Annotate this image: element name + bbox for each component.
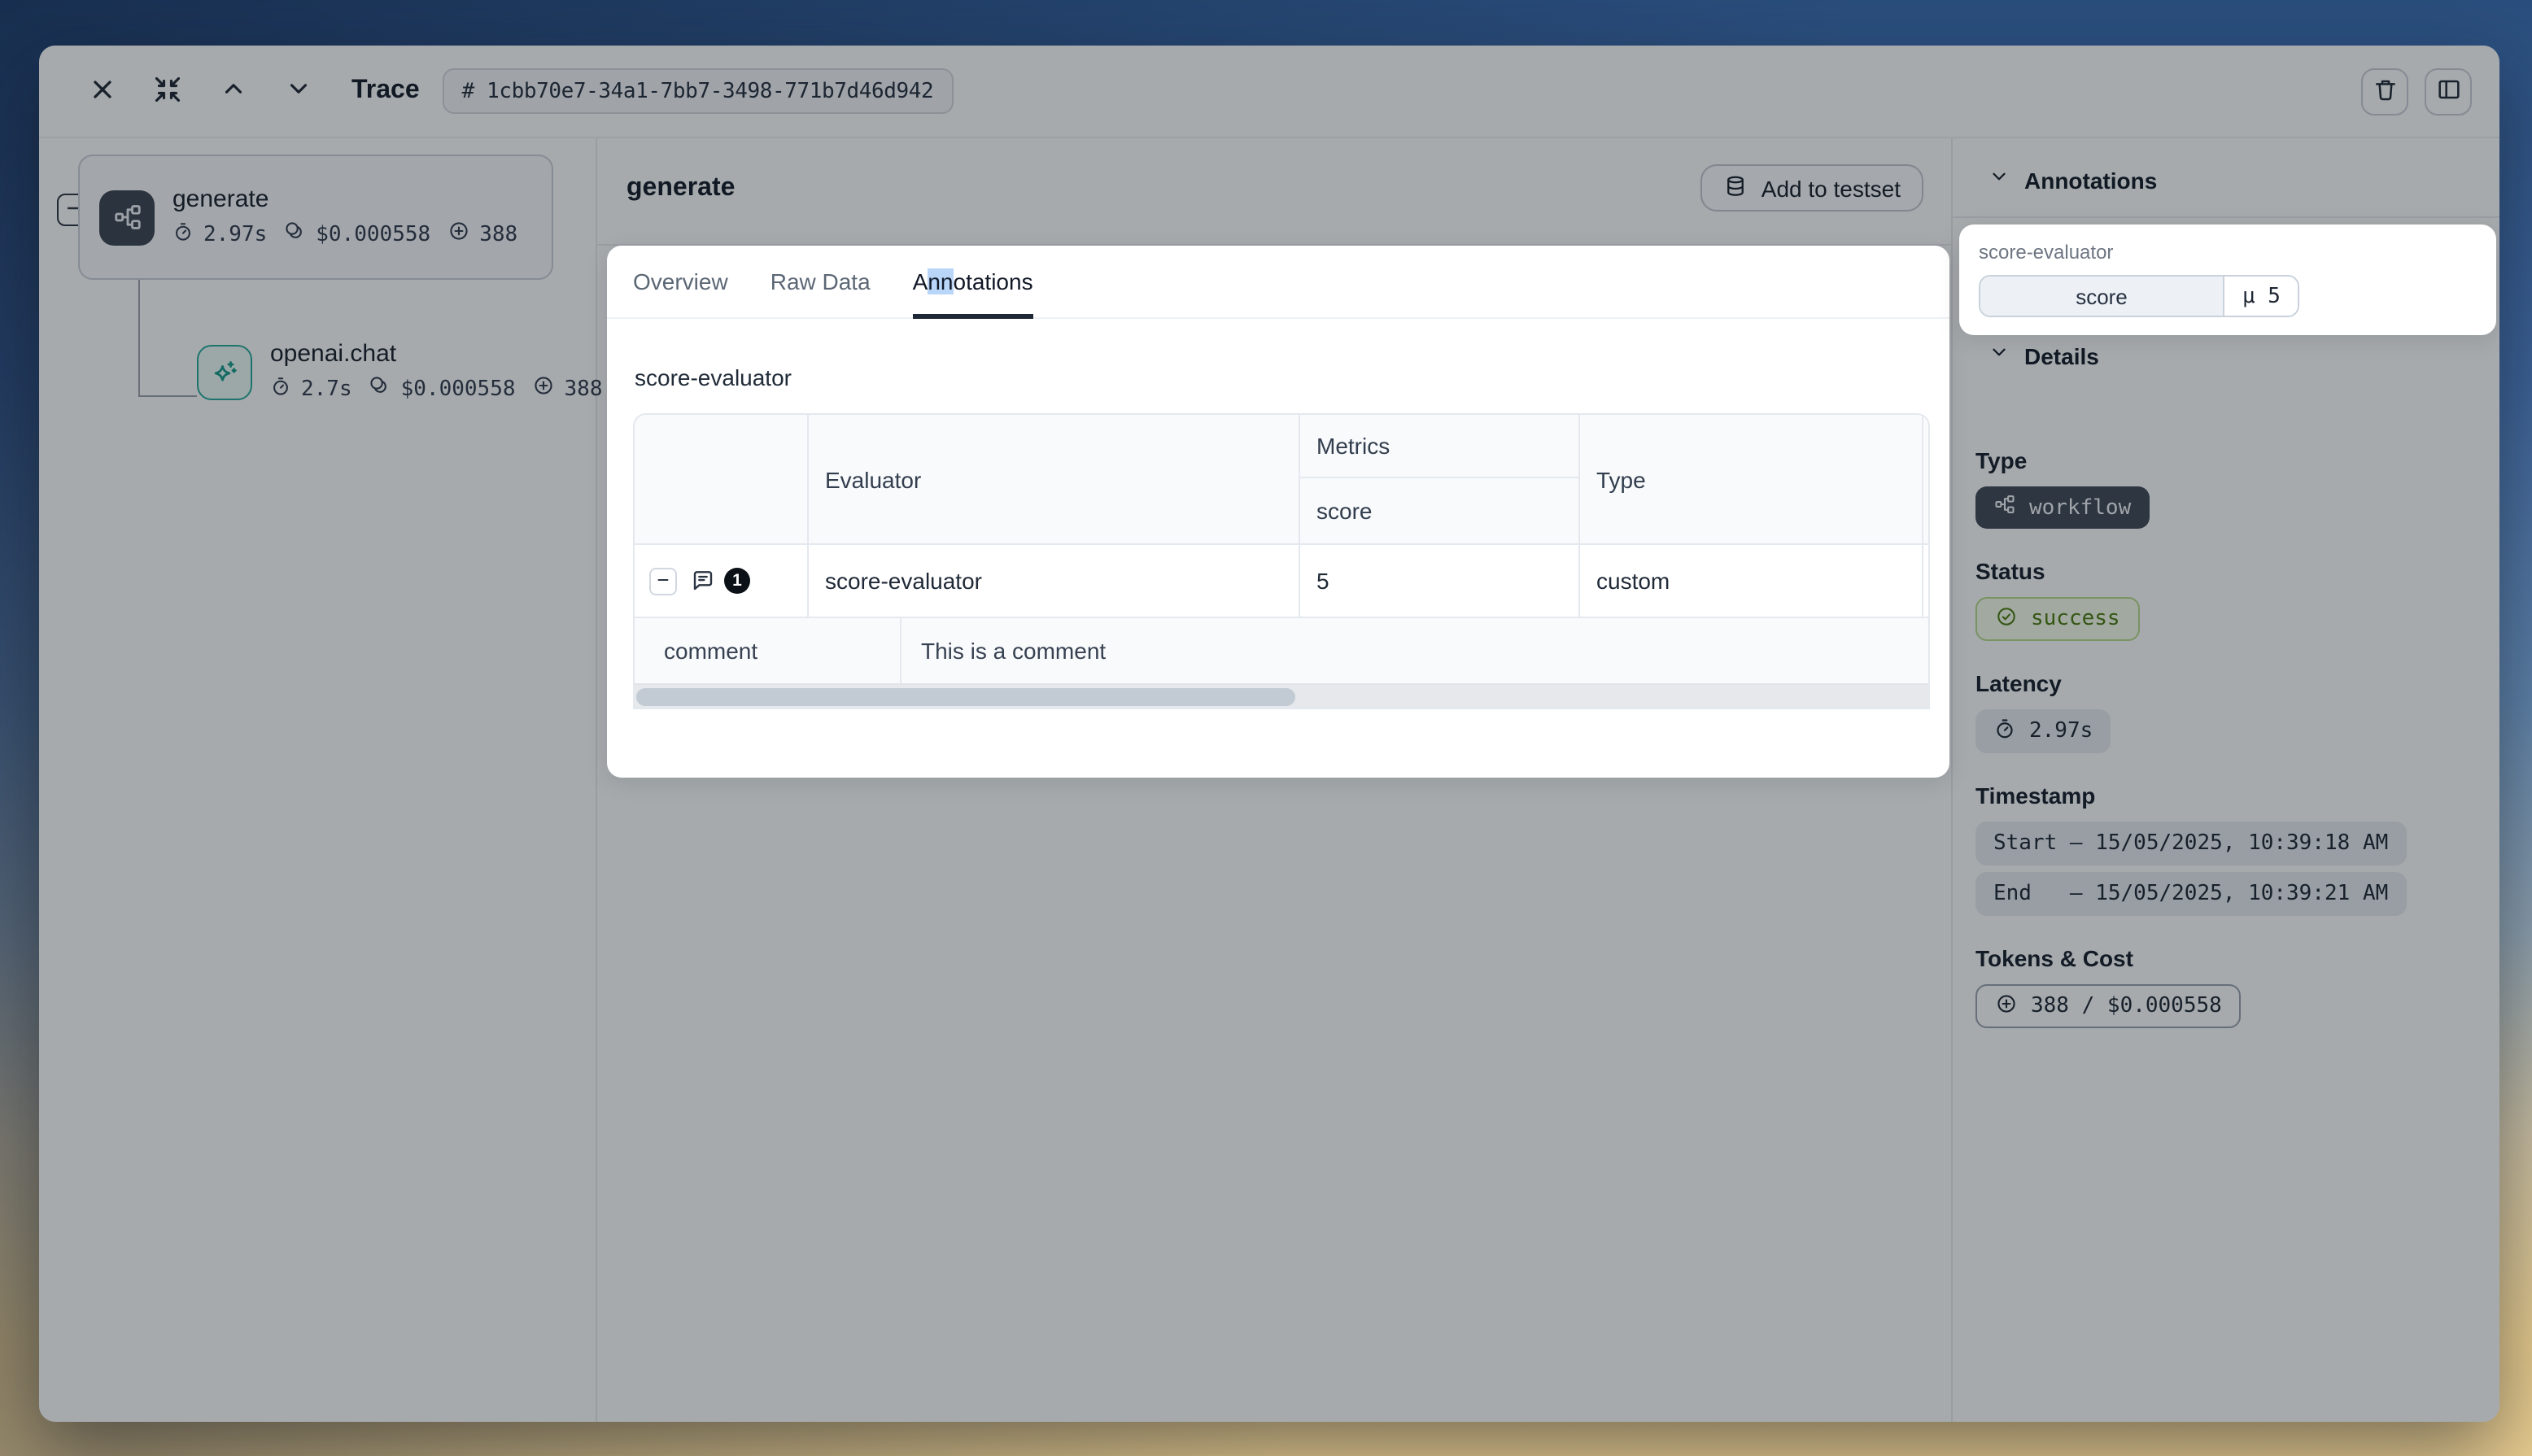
table-row[interactable]: 1 score-evaluator 5 custom: [635, 545, 1928, 617]
annotations-table: Evaluator Metrics score Type: [633, 413, 1930, 709]
cell-evaluator: score-evaluator: [807, 545, 1299, 617]
annotation-score-pill[interactable]: score μ 5: [1979, 275, 2300, 317]
annotations-tab-content: score-evaluator Evaluator Metrics score …: [607, 319, 1949, 735]
cell-score: 5: [1299, 545, 1578, 617]
header-type: Type: [1578, 415, 1922, 543]
row-collapse-button[interactable]: [649, 567, 677, 595]
comment-icon[interactable]: [690, 568, 716, 594]
annotation-summary-card: score-evaluator score μ 5: [1959, 225, 2496, 335]
tab-annotations-text: otations: [954, 268, 1033, 294]
comment-value: This is a comment: [900, 618, 1928, 683]
metric-name: score: [1980, 277, 2224, 316]
span-detail-card: Overview Raw Data Annotations score-eval…: [607, 246, 1949, 778]
comment-count-badge: 1: [724, 568, 750, 594]
evaluator-section-title: score-evaluator: [635, 364, 1923, 390]
tab-raw-data[interactable]: Raw Data: [771, 246, 871, 317]
header-metrics: Metrics: [1299, 415, 1578, 478]
page-background: Trace # 1cbb70e7-34a1-7bb7-3498-771b7d46…: [0, 0, 2532, 1456]
cell-extra: [1922, 545, 1930, 617]
row-controls: 1: [635, 545, 807, 617]
header-evaluator: Evaluator: [807, 415, 1299, 543]
table-header: Evaluator Metrics score Type: [635, 415, 1928, 545]
cell-type: custom: [1578, 545, 1922, 617]
header-metric-score: score: [1299, 478, 1578, 543]
comment-key: comment: [635, 618, 900, 683]
header-extra-cell: [1922, 415, 1930, 543]
comment-row: comment This is a comment: [635, 617, 1928, 683]
tab-annotations-selected-text: nn: [928, 268, 953, 294]
trace-modal: Trace # 1cbb70e7-34a1-7bb7-3498-771b7d46…: [39, 46, 2499, 1422]
tab-annotations[interactable]: Annotations: [913, 246, 1033, 317]
tab-overview[interactable]: Overview: [633, 246, 728, 317]
scrollbar-thumb[interactable]: [636, 688, 1295, 706]
horizontal-scrollbar[interactable]: [635, 683, 1928, 708]
detail-tabs: Overview Raw Data Annotations: [607, 246, 1949, 319]
metric-mean-value: μ 5: [2224, 277, 2298, 316]
annotation-evaluator-label: score-evaluator: [1959, 225, 2496, 264]
tab-annotations-text: A: [913, 268, 928, 294]
minus-icon: [654, 569, 672, 593]
header-controls-cell: [635, 415, 807, 543]
